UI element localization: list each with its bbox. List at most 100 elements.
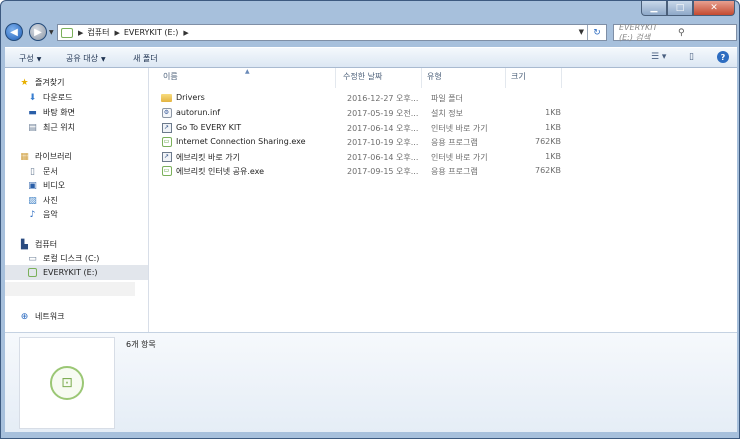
organize-label: 구성 bbox=[19, 54, 34, 63]
drive-icon bbox=[61, 27, 73, 38]
nav-network-label: 네트워크 bbox=[35, 312, 65, 321]
maximize-button[interactable]: □ bbox=[667, 1, 693, 16]
file-row[interactable]: ↗ 에브리킷 바로 가기 2017-06-14 오후... 인터넷 바로 가기 … bbox=[161, 150, 581, 164]
file-row[interactable]: ⚙ autorun.inf 2017-05-19 오전... 설치 정보 1KB bbox=[161, 106, 581, 120]
file-size: 762KB bbox=[534, 166, 561, 175]
nav-item-label: 문서 bbox=[43, 167, 58, 176]
chevron-down-icon: ▼ bbox=[100, 56, 106, 63]
file-list[interactable]: ▲ 이름 수정한 날짜 유형 크기 Drivers 2016-12-27 오후.… bbox=[155, 68, 737, 332]
nav-network[interactable]: ⊕ 네트워크 bbox=[19, 310, 65, 323]
forward-arrow-icon: ▶ bbox=[34, 26, 42, 38]
navigation-bar: ◀ ▶ ▼ ▶ 컴퓨터 ▶ EVERYKIT (E:) ▶ ▼ ↻ EVERYK… bbox=[5, 21, 737, 45]
address-bar[interactable]: ▶ 컴퓨터 ▶ EVERYKIT (E:) ▶ ▼ ↻ bbox=[57, 24, 607, 41]
file-name: Drivers bbox=[176, 93, 205, 102]
file-name: Go To EVERY KIT bbox=[176, 123, 242, 132]
recent-pages-dropdown[interactable]: ▼ bbox=[49, 29, 54, 36]
column-divider[interactable] bbox=[421, 68, 422, 88]
file-row[interactable]: ▭ 에브리킷 인터넷 공유.exe 2017-09-15 오후... 응용 프로… bbox=[161, 164, 581, 178]
help-icon[interactable]: ? bbox=[717, 51, 729, 63]
share-button[interactable]: 공유 대상 ▼ bbox=[66, 53, 106, 64]
inf-file-icon: ⚙ bbox=[161, 107, 172, 118]
video-icon: ▣ bbox=[28, 180, 37, 191]
nav-item-label: 바탕 화면 bbox=[43, 108, 75, 117]
title-bar[interactable]: ▁ □ ✕ bbox=[1, 1, 739, 17]
nav-item-recent[interactable]: ▤ 최근 위치 bbox=[27, 121, 75, 134]
column-header-date[interactable]: 수정한 날짜 bbox=[343, 71, 382, 82]
new-folder-button[interactable]: 새 폴더 bbox=[133, 53, 158, 64]
exe-icon: ▭ bbox=[161, 165, 172, 176]
nav-item-videos[interactable]: ▣ 비디오 bbox=[27, 179, 65, 192]
caption-buttons: ▁ □ ✕ bbox=[641, 1, 735, 17]
details-pane: ⊡ 6개 항목 bbox=[5, 332, 737, 432]
share-label: 공유 대상 bbox=[66, 54, 98, 63]
desktop-icon: ▬ bbox=[28, 107, 37, 118]
file-name: autorun.inf bbox=[176, 108, 221, 117]
downloads-icon: ⬇ bbox=[28, 92, 37, 103]
file-name: 에브리킷 바로 가기 bbox=[176, 153, 240, 162]
file-type: 응용 프로그램 bbox=[431, 138, 478, 147]
recent-places-icon: ▤ bbox=[28, 122, 37, 133]
nav-blank-item bbox=[5, 282, 135, 296]
address-dropdown-icon[interactable]: ▼ bbox=[579, 28, 584, 36]
shortcut-arrow-icon: ↗ bbox=[161, 122, 172, 133]
file-row[interactable]: ↗ Go To EVERY KIT 2017-06-14 오후... 인터넷 바… bbox=[161, 121, 581, 135]
music-icon: ♪ bbox=[29, 209, 36, 220]
file-size: 1KB bbox=[545, 123, 561, 132]
breadcrumb-separator-icon[interactable]: ▶ bbox=[114, 29, 119, 37]
column-divider[interactable] bbox=[505, 68, 506, 88]
nav-item-documents[interactable]: ▯ 문서 bbox=[27, 165, 58, 178]
view-options-icon[interactable]: ☰ ▾ bbox=[651, 52, 666, 62]
refresh-button[interactable]: ↻ bbox=[587, 25, 606, 40]
pictures-icon: ▨ bbox=[28, 195, 37, 206]
file-size: 1KB bbox=[545, 108, 561, 117]
explorer-window: ▁ □ ✕ ◀ ▶ ▼ ▶ 컴퓨터 ▶ EVERYKIT (E:) ▶ ▼ ↻ … bbox=[0, 0, 740, 439]
file-row[interactable]: Drivers 2016-12-27 오후... 파일 폴더 bbox=[161, 91, 581, 105]
nav-computer[interactable]: ▙ 컴퓨터 bbox=[19, 238, 57, 251]
file-date: 2017-09-15 오후... bbox=[347, 167, 419, 176]
new-folder-label: 새 폴더 bbox=[133, 54, 158, 63]
file-type: 설치 정보 bbox=[431, 109, 463, 118]
navigation-pane[interactable]: ★ 즐겨찾기 ⬇ 다운로드 ▬ 바탕 화면 ▤ 최근 위치 ▦ 라이브러리 ▯ 문서 ▣ 비디… bbox=[5, 68, 149, 332]
column-header-size[interactable]: 크기 bbox=[511, 71, 526, 82]
back-button[interactable]: ◀ bbox=[5, 23, 23, 41]
file-name: 에브리킷 인터넷 공유.exe bbox=[176, 167, 265, 176]
nav-item-everykit[interactable]: EVERYKIT (E:) bbox=[27, 266, 98, 279]
file-type: 파일 폴더 bbox=[431, 94, 463, 103]
drive-thumbnail: ⊡ bbox=[19, 337, 115, 429]
nav-item-desktop[interactable]: ▬ 바탕 화면 bbox=[27, 106, 75, 119]
minimize-button[interactable]: ▁ bbox=[641, 1, 667, 16]
removable-drive-icon bbox=[27, 268, 38, 278]
search-icon[interactable]: ⚲ bbox=[678, 28, 732, 38]
breadcrumb-everykit[interactable]: EVERYKIT (E:) bbox=[124, 28, 179, 37]
everykit-drive-icon: ⊡ bbox=[50, 366, 84, 400]
forward-button[interactable]: ▶ bbox=[29, 23, 47, 41]
nav-favorites[interactable]: ★ 즐겨찾기 bbox=[19, 76, 64, 89]
column-divider[interactable] bbox=[561, 68, 562, 88]
shortcut-icon: ↗ bbox=[161, 122, 172, 133]
computer-icon: ▙ bbox=[21, 239, 28, 250]
breadcrumb-separator-icon[interactable]: ▶ bbox=[183, 29, 188, 37]
search-input[interactable]: EVERYKIT (E:) 검색 bbox=[619, 23, 673, 43]
nav-item-label: 최근 위치 bbox=[43, 123, 75, 132]
folder-icon bbox=[161, 92, 172, 103]
column-header-name[interactable]: 이름 bbox=[163, 71, 178, 82]
nav-item-music[interactable]: ♪ 음악 bbox=[27, 208, 58, 221]
file-type: 인터넷 바로 가기 bbox=[431, 153, 488, 162]
nav-item-local-disk[interactable]: ▭ 로컬 디스크 (C:) bbox=[27, 252, 99, 265]
nav-libraries[interactable]: ▦ 라이브러리 bbox=[19, 150, 72, 163]
shortcut-arrow-icon: ↗ bbox=[161, 151, 172, 162]
preview-pane-icon[interactable]: ▯ bbox=[689, 52, 694, 62]
close-button[interactable]: ✕ bbox=[693, 1, 735, 16]
nav-item-pictures[interactable]: ▨ 사진 bbox=[27, 194, 58, 207]
search-box[interactable]: EVERYKIT (E:) 검색 ⚲ bbox=[613, 23, 737, 43]
folder-shape bbox=[161, 93, 172, 102]
app-icon: ▭ bbox=[161, 165, 172, 176]
file-row[interactable]: ▭ Internet Connection Sharing.exe 2017-1… bbox=[161, 135, 581, 149]
nav-item-downloads[interactable]: ⬇ 다운로드 bbox=[27, 91, 73, 104]
breadcrumb-computer[interactable]: 컴퓨터 bbox=[87, 27, 109, 38]
column-header-type[interactable]: 유형 bbox=[427, 71, 442, 82]
breadcrumb-separator-icon[interactable]: ▶ bbox=[78, 29, 83, 37]
app-icon: ▭ bbox=[161, 136, 172, 147]
organize-button[interactable]: 구성 ▼ bbox=[19, 53, 41, 64]
column-divider[interactable] bbox=[335, 68, 336, 88]
